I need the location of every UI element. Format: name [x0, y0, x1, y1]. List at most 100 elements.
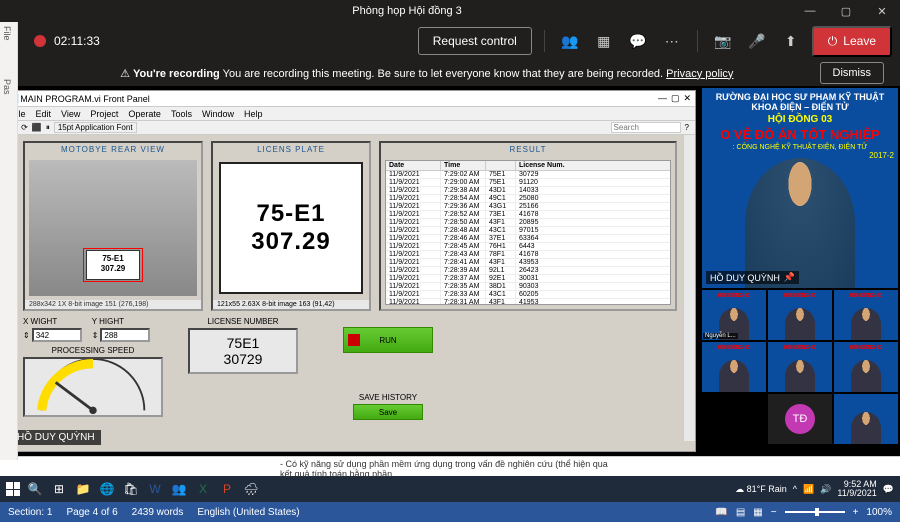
paste-label: Pas	[0, 75, 14, 99]
participant-video-small[interactable]: HỘI ĐỒNG 03Nguyễn L...	[702, 290, 766, 340]
shared-screen: 📄 MAIN PROGRAM.vi Front Panel — ▢ ✕ File…	[4, 90, 696, 452]
search-input[interactable]	[611, 122, 681, 133]
leave-button[interactable]: ⏻Leave	[812, 26, 892, 57]
teams-icon[interactable]: 👥	[170, 482, 188, 496]
share-icon[interactable]: ⬆	[778, 33, 804, 50]
plate-label: LICENS PLATE	[213, 143, 369, 156]
read-mode-icon[interactable]: 📖	[715, 507, 727, 518]
participant-video-small[interactable]: HỘI ĐỒNG 03	[702, 342, 766, 392]
menu-operate[interactable]: Operate	[128, 109, 161, 119]
rain-icon[interactable]: 🌧	[242, 482, 260, 496]
volume-icon[interactable]: 🔊	[820, 484, 831, 495]
lv-minimize-icon[interactable]: —	[658, 93, 667, 104]
word-count[interactable]: 2439 words	[132, 507, 184, 518]
table-row: 11/9/20217:28:37 AM92E130031	[386, 275, 670, 283]
labview-menubar: File Edit View Project Operate Tools Win…	[5, 107, 695, 121]
search-icon[interactable]: 🔍	[26, 482, 44, 496]
run-button[interactable]: RUN	[343, 327, 433, 353]
page-indicator[interactable]: Page 4 of 6	[66, 507, 117, 518]
stop-icon[interactable]: ⬛	[32, 123, 42, 132]
participant-video-small[interactable]	[834, 394, 898, 444]
request-control-button[interactable]: Request control	[418, 27, 532, 55]
table-row: 11/9/20217:28:31 AM43F141953	[386, 299, 670, 304]
participant-video-small[interactable]: HỘI ĐỒNG 03	[768, 342, 832, 392]
help-icon[interactable]: ?	[685, 123, 689, 132]
clock-date[interactable]: 11/9/2021	[837, 489, 876, 498]
zoom-slider[interactable]	[785, 511, 845, 513]
result-table-body: 11/9/20217:29:02 AM75E130729 11/9/20217:2…	[386, 171, 670, 304]
participant-video-small[interactable]: HỘI ĐỒNG 03	[834, 342, 898, 392]
print-layout-icon[interactable]: ▤	[736, 507, 745, 518]
titlebar: Phòng họp Hội đồng 3 — ▢ ✕	[0, 0, 900, 22]
table-row: 11/9/20217:28:52 AM73E141678	[386, 211, 670, 219]
menu-view[interactable]: View	[61, 109, 80, 119]
rear-view-panel: MOTOBYE REAR VIEW 75-E1 307.29 288x342 1…	[23, 141, 203, 311]
lv-close-icon[interactable]: ✕	[683, 93, 691, 104]
table-row: 11/9/20217:29:36 AM43G125166	[386, 203, 670, 211]
save-button[interactable]: Save	[353, 404, 423, 420]
recording-banner: ⚠ You're recording You are recording thi…	[0, 60, 900, 86]
participant-avatar[interactable]: TĐ	[768, 394, 832, 444]
meeting-toolbar: 02:11:33 Request control 👥 ▦ 💬 ⋯ 📷 🎤 ⬆ ⏻…	[0, 22, 900, 60]
labview-title: MAIN PROGRAM.vi Front Panel	[20, 94, 150, 104]
wifi-icon[interactable]: 📶	[803, 484, 814, 495]
tray-chevron-icon[interactable]: ^	[793, 484, 797, 494]
zoom-level[interactable]: 100%	[866, 507, 892, 518]
zoom-in-icon[interactable]: +	[853, 507, 859, 518]
table-row: 11/9/20217:28:48 AM43C197015	[386, 227, 670, 235]
section-indicator[interactable]: Section: 1	[8, 507, 52, 518]
speed-gauge	[23, 357, 163, 417]
palette-right[interactable]	[683, 135, 695, 441]
store-icon[interactable]: 🛍	[122, 482, 140, 496]
more-icon[interactable]: ⋯	[659, 33, 685, 50]
menu-project[interactable]: Project	[90, 109, 118, 119]
plate-image: 75-E1 307.29	[219, 162, 363, 294]
edge-icon[interactable]: 🌐	[98, 482, 116, 496]
table-row: 11/9/20217:29:02 AM75E130729	[386, 171, 670, 179]
table-row: 11/9/20217:28:50 AM43F120895	[386, 219, 670, 227]
font-selector[interactable]: 15pt Application Font	[54, 122, 137, 133]
lv-maximize-icon[interactable]: ▢	[671, 93, 680, 104]
web-layout-icon[interactable]: ▦	[753, 507, 762, 518]
table-row: 11/9/20217:28:45 AM76H16443	[386, 243, 670, 251]
participant-video-small[interactable]: HỘI ĐỒNG 03	[768, 290, 832, 340]
table-row: 11/9/20217:28:43 AM78F141678	[386, 251, 670, 259]
participant-video-main[interactable]: RƯỜNG ĐẠI HỌC SƯ PHẠM KỸ THUẬT KHOA ĐIỆN…	[702, 88, 898, 288]
dismiss-button[interactable]: Dismiss	[820, 62, 885, 84]
task-view-icon[interactable]: ⊞	[50, 482, 68, 496]
labview-toolbar: ▷ ⟳ ⬛ ⏸ 15pt Application Font ?	[5, 121, 695, 135]
minimize-button[interactable]: —	[792, 5, 828, 18]
people-icon[interactable]: 👥	[557, 33, 583, 50]
windows-taskbar: 🔍 ⊞ 📁 🌐 🛍 W 👥 X P 🌧 ☁ 81°F Rain ^ 📶 🔊 9:…	[0, 476, 900, 502]
start-button[interactable]	[6, 482, 20, 496]
meeting-timer: 02:11:33	[54, 34, 100, 48]
menu-tools[interactable]: Tools	[171, 109, 192, 119]
camera-off-icon[interactable]: 📷	[710, 33, 736, 50]
zoom-out-icon[interactable]: −	[771, 507, 777, 518]
weather-widget[interactable]: ☁ 81°F Rain	[735, 484, 787, 495]
grid-icon[interactable]: ▦	[591, 33, 617, 50]
file-tab[interactable]: File	[0, 22, 14, 45]
menu-window[interactable]: Window	[202, 109, 234, 119]
chat-icon[interactable]: 💬	[625, 33, 651, 50]
pause-icon[interactable]: ⏸	[46, 123, 50, 133]
excel-icon[interactable]: X	[194, 482, 212, 496]
maximize-button[interactable]: ▢	[828, 5, 864, 18]
menu-help[interactable]: Help	[244, 109, 263, 119]
participant-video-small[interactable]: HỘI ĐỒNG 03	[834, 290, 898, 340]
privacy-link[interactable]: Privacy policy	[666, 68, 733, 80]
menu-edit[interactable]: Edit	[36, 109, 52, 119]
powerpoint-icon[interactable]: P	[218, 482, 236, 496]
x-width-field: X WIGHT ⇕342	[23, 317, 82, 342]
run-cont-icon[interactable]: ⟳	[21, 123, 28, 132]
table-row: 11/9/20217:28:46 AM37E163364	[386, 235, 670, 243]
word-icon[interactable]: W	[146, 482, 164, 496]
rear-view-label: MOTOBYE REAR VIEW	[25, 143, 201, 156]
notifications-icon[interactable]: 💬	[883, 484, 894, 495]
close-button[interactable]: ✕	[864, 5, 900, 18]
table-row: 11/9/20217:28:54 AM49C125080	[386, 195, 670, 203]
table-row: 11/9/20217:28:39 AM92L126423	[386, 267, 670, 275]
explorer-icon[interactable]: 📁	[74, 482, 92, 496]
mic-off-icon[interactable]: 🎤	[744, 33, 770, 50]
language-indicator[interactable]: English (United States)	[197, 507, 299, 518]
